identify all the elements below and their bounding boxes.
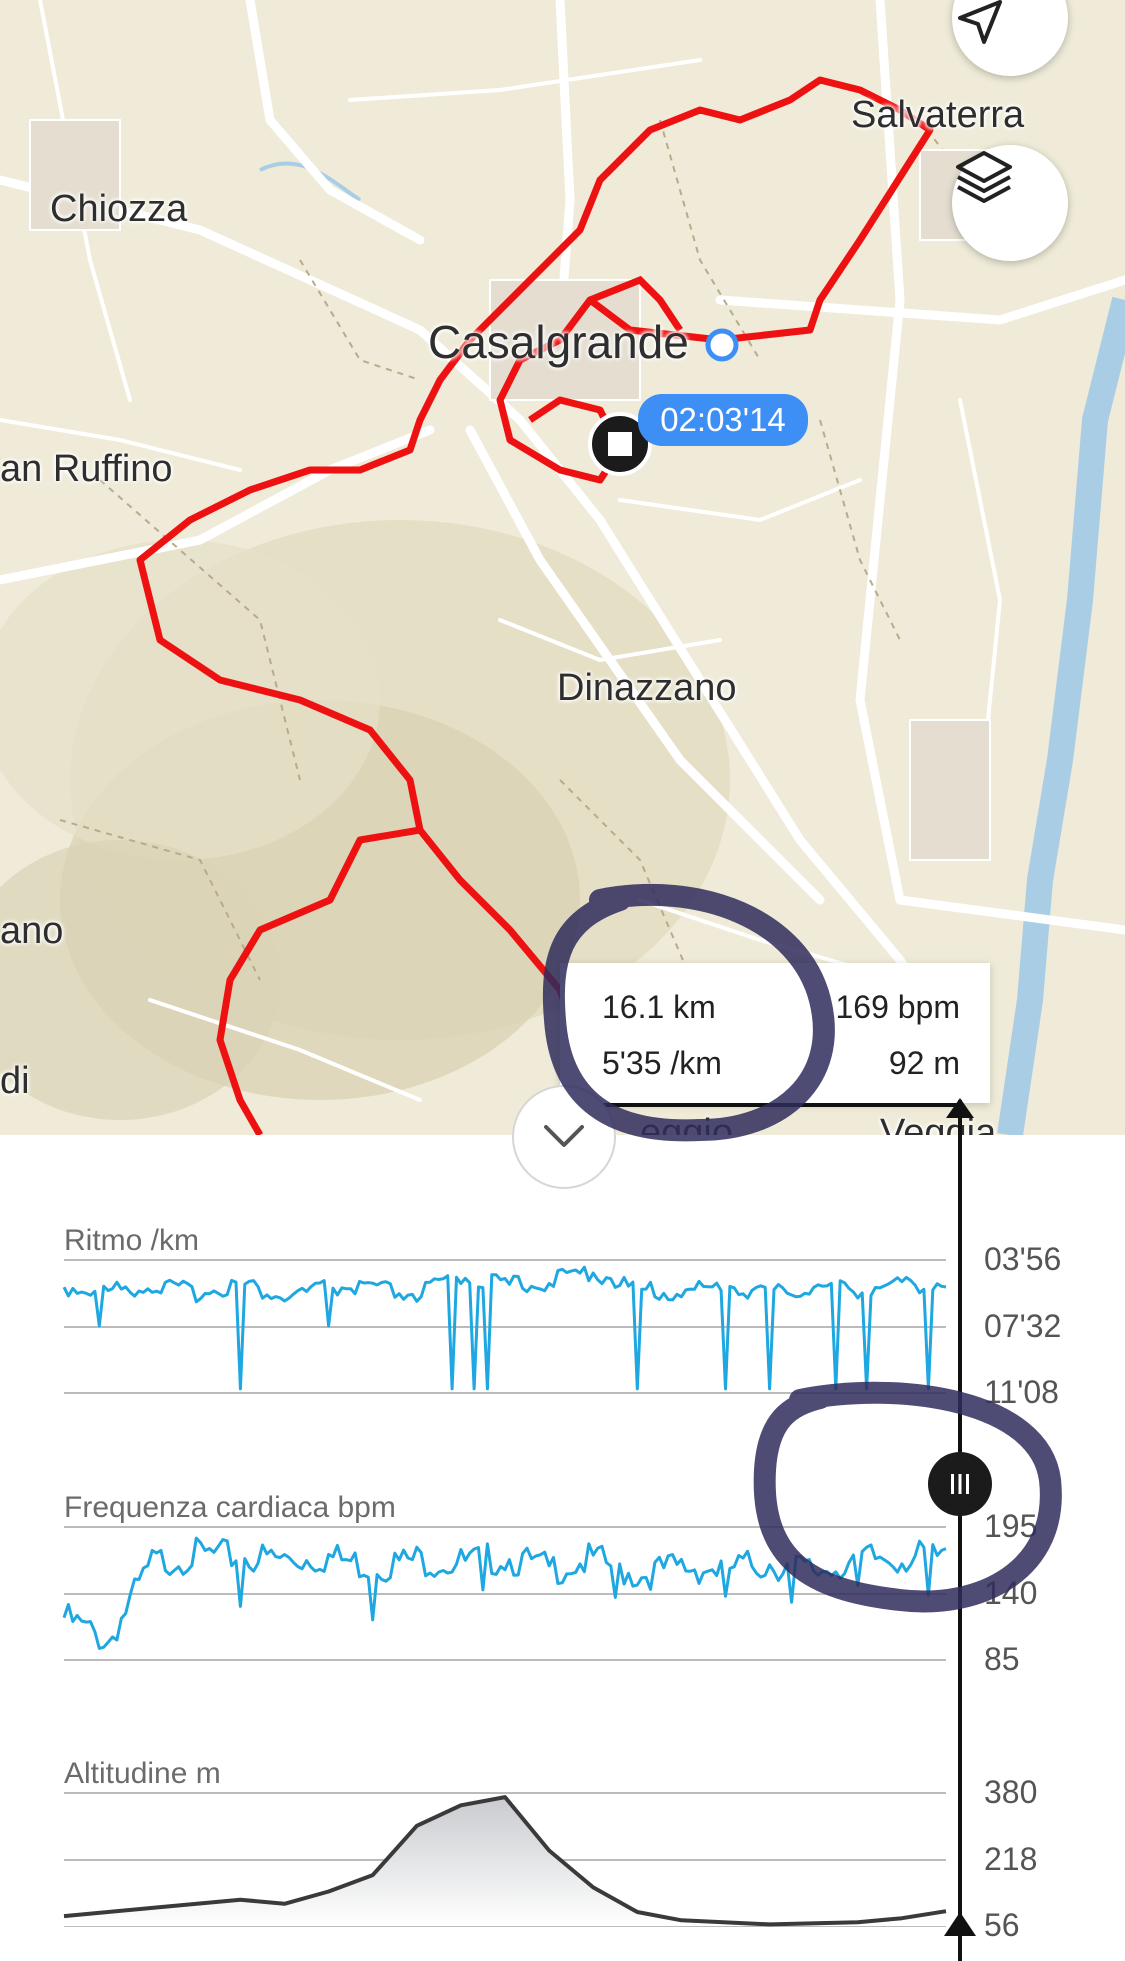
altitude-area-fill	[64, 1797, 946, 1926]
drag-handle-icon	[951, 1474, 969, 1494]
scrubber-bottom-marker	[944, 1912, 976, 1936]
collapse-button[interactable]	[512, 1085, 616, 1189]
chevron-down-icon	[544, 1125, 584, 1147]
charts-canvas	[62, 1098, 976, 1961]
scrubber-top-marker	[946, 1098, 974, 1118]
scrubber-handle[interactable]	[928, 1452, 992, 1516]
